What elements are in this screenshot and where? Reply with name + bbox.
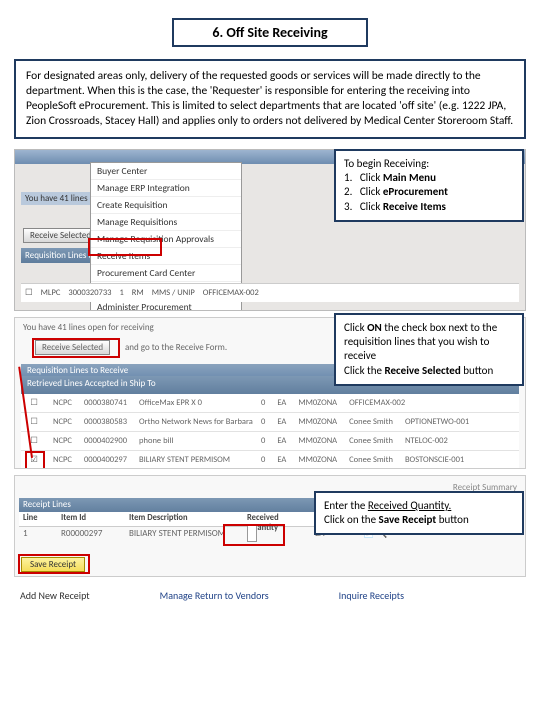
menu-item[interactable]: Manage ERP Integration [91,180,241,197]
highlight-save-receipt [18,554,90,574]
menu-item[interactable]: Procurement Card Center [91,265,241,282]
helper-text: and go to the Receive Form. [125,342,227,353]
menu-item[interactable]: Create Requisition [91,197,241,214]
receive-selected-button[interactable]: Receive Selected [23,228,98,243]
manage-return-link[interactable]: Manage Return to Vendors [160,589,269,602]
screenshot-area-1: You have 41 lines open Receive Selected … [14,149,526,311]
highlight-received-quantity [223,524,285,546]
intro-paragraph: For designated areas only, delivery of t… [14,59,526,139]
highlight-checkbox [25,451,45,469]
callout-2: Click ON the check box next to the requi… [334,313,524,386]
table-row[interactable]: ☐NCPC0000380741OfficeMax EPR X 00EAMM0ZO… [21,394,519,413]
table-row[interactable]: ☐NCPC0000402900phone bill0EAMM0ZONAConee… [21,432,519,451]
highlight-receive-selected [32,338,120,358]
table-row[interactable]: ☐NCPC0000380583Ortho Network News for Ba… [21,413,519,432]
table-row: ☐ MLPC 3000320733 1 RM MMS / UNIP OFFICE… [21,283,519,302]
page-title: 6. Off Site Receiving [172,18,368,47]
callout-3: Enter the Received Quantity. Click on th… [314,491,524,536]
add-new-receipt-link[interactable]: Add New Receipt [20,589,90,602]
footer-links: Add New Receipt Manage Return to Vendors… [0,583,540,622]
screenshot-area-2: You have 41 lines open for receiving Rec… [14,317,526,469]
callout-1: To begin Receiving: 1. Click Main Menu 2… [334,149,524,222]
requisition-rows: ☐NCPC0000380741OfficeMax EPR X 00EAMM0ZO… [21,394,519,469]
screenshot-area-3: Receipt Summary Receipt Lines Line Item … [14,475,526,577]
menu-item[interactable]: Buyer Center [91,163,241,180]
table-row[interactable]: ☑NCPC0000400297BILIARY STENT PERMISOM0EA… [21,451,519,469]
highlight-receive-items [88,238,162,256]
inquire-receipts-link[interactable]: Inquire Receipts [339,589,404,602]
menu-item[interactable]: Manage Requisitions [91,214,241,231]
